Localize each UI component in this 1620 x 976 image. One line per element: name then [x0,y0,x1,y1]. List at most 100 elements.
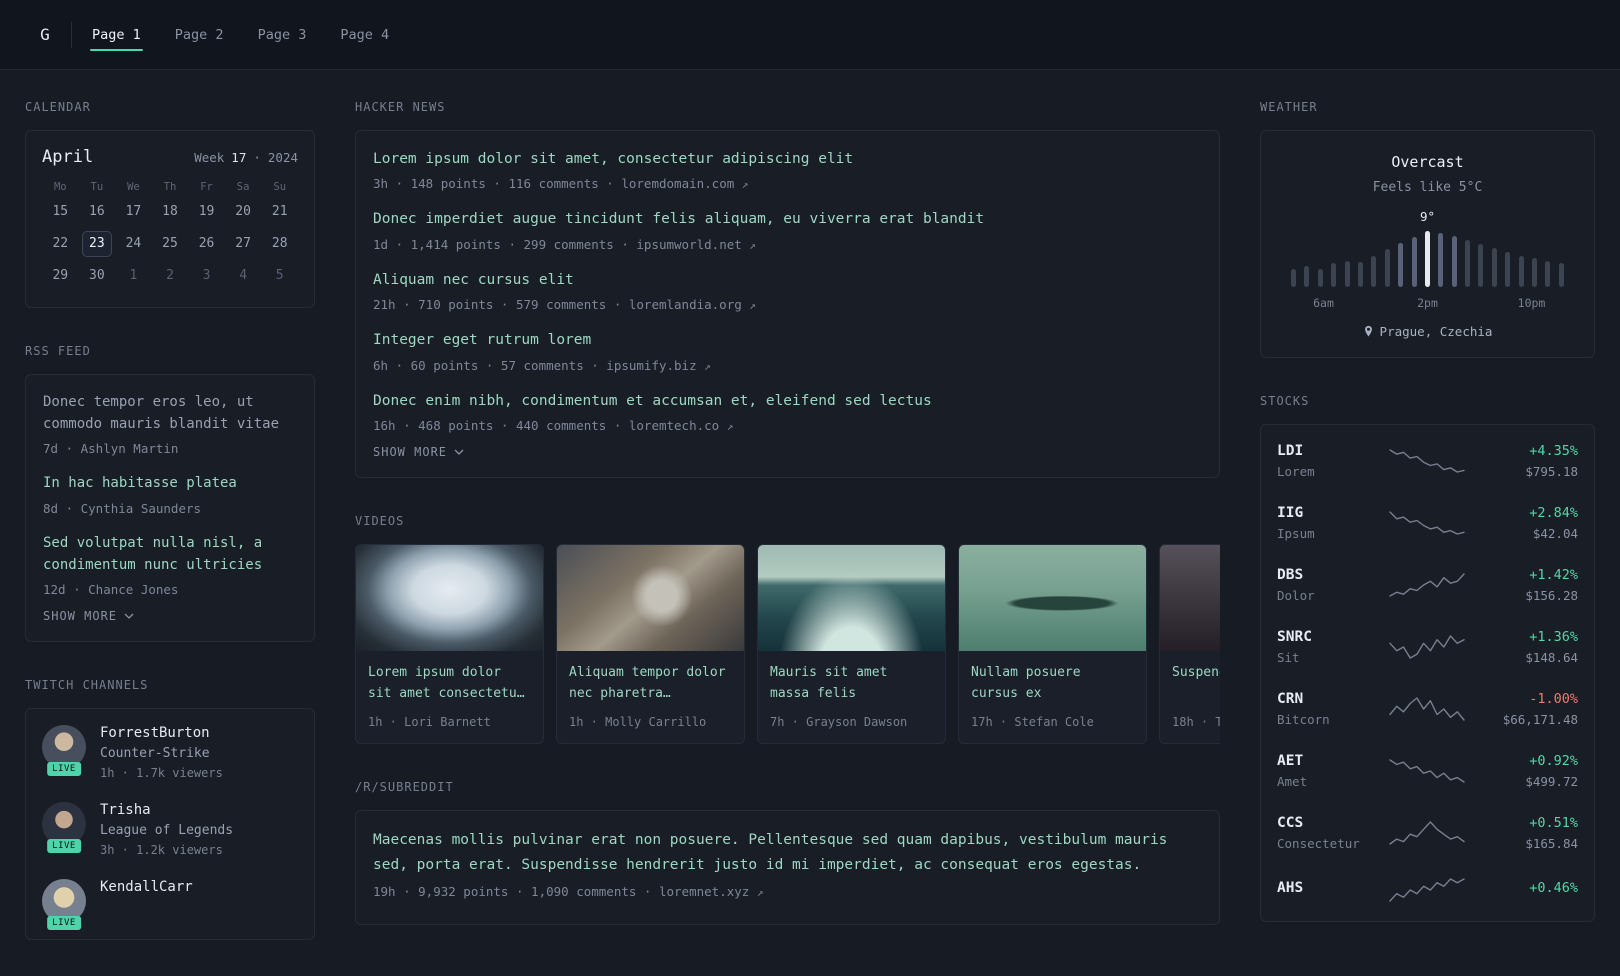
stock-symbol[interactable]: AHS [1277,880,1375,896]
hn-item-title[interactable]: Donec enim nibh, condimentum et accumsan… [373,390,1202,412]
external-link-icon: ↗ [749,299,756,313]
hn-item-domain[interactable]: loremdomain.com ↗ [621,176,748,191]
calendar-day: 19 [198,204,215,219]
channel-name[interactable]: ForrestBurton [100,725,223,741]
video-title[interactable]: Aliquam tempor dolor nec pharetra… [569,663,732,705]
video-thumbnail[interactable] [356,545,543,652]
subreddit-item-domain[interactable]: loremnet.xyz ↗ [659,884,763,899]
twitch-channel[interactable]: LIVE ForrestBurton Counter-Strike 1h · 1… [42,725,298,780]
hn-item-domain[interactable]: ipsumify.biz ↗ [606,358,710,373]
page-tab[interactable]: Page 2 [173,17,226,53]
middle-column: HACKER NEWS Lorem ipsum dolor sit amet, … [355,86,1220,961]
stock-row[interactable]: IIG Ipsum +2.84% $42.04 [1277,492,1578,554]
calendar-day: 22 [52,236,69,251]
video-title[interactable]: Nullam posuere cursus ex [971,663,1134,705]
stock-symbol[interactable]: LDI [1277,443,1375,459]
stock-price: $499.72 [1525,774,1578,789]
rss-item-title[interactable]: Sed volutpat nulla nisl, a condimentum n… [43,533,297,576]
channel-viewers: 1h · 1.7k viewers [100,766,223,781]
stock-values: +1.42% $156.28 [1478,567,1578,603]
stock-price: $42.04 [1532,526,1578,541]
video-meta: 17h · Stefan Cole [971,715,1094,730]
rss-item: Sed volutpat nulla nisl, a condimentum n… [43,533,297,597]
stock-sparkline [1383,634,1470,660]
stock-symbol[interactable]: AET [1277,753,1375,769]
channel-name[interactable]: Trisha [100,802,233,818]
video-title[interactable]: Suspendisse diam [1172,663,1220,705]
twitch-channel[interactable]: LIVE KendallCarr [42,879,298,931]
video-card[interactable]: Lorem ipsum dolor sit amet consectetu… 1… [355,544,544,745]
sparkline-chart [1388,635,1465,659]
page-tab-label: Page 3 [257,26,307,43]
rss-card: Donec tempor eros leo, ut commodo mauris… [25,374,315,643]
page-tab[interactable]: Page 4 [338,17,391,53]
hn-item-title[interactable]: Integer eget rutrum lorem [373,329,1202,351]
stock-row[interactable]: CRN Bitcorn -1.00% $66,171.48 [1277,678,1578,740]
stock-row[interactable]: DBS Dolor +1.42% $156.28 [1277,554,1578,616]
rss-show-more-label: SHOW MORE [43,609,118,624]
stock-symbol[interactable]: IIG [1277,505,1375,521]
page-tab[interactable]: Page 1 [90,17,143,53]
stock-symbol[interactable]: SNRC [1277,629,1375,645]
live-badge: LIVE [47,916,81,931]
sparkline-chart [1388,511,1465,535]
stock-row[interactable]: CCS Consectetur +0.51% $165.84 [1277,802,1578,864]
rss-item-title[interactable]: In hac habitasse platea [43,473,297,495]
twitch-channel[interactable]: LIVE Trisha League of Legends 3h · 1.2k … [42,802,298,857]
video-title[interactable]: Lorem ipsum dolor sit amet consectetu… [368,663,531,705]
calendar-day: 1 [129,268,138,283]
video-card[interactable]: Nullam posuere cursus ex 17h · Stefan Co… [958,544,1147,745]
calendar-day: 15 [52,204,69,219]
video-card[interactable]: Suspendisse diam 18h · Tara [1159,544,1220,745]
channel-name[interactable]: KendallCarr [100,879,193,895]
weather-bar [1331,263,1337,287]
video-card[interactable]: Mauris sit amet massa felis 7h · Grayson… [757,544,946,745]
avatar-wrap: LIVE [42,725,86,777]
hn-item-title[interactable]: Donec imperdiet augue tincidunt felis al… [373,208,1202,230]
stock-symbol[interactable]: DBS [1277,567,1375,583]
video-card[interactable]: Aliquam tempor dolor nec pharetra… 1h · … [556,544,745,745]
subreddit-item-title[interactable]: Maecenas mollis pulvinar erat non posuer… [373,828,1202,877]
calendar-month: April [42,147,94,167]
stock-row[interactable]: AET Amet +0.92% $499.72 [1277,740,1578,802]
hn-item-title[interactable]: Aliquam nec cursus elit [373,269,1202,291]
rss-item-meta: 12d · Chance Jones [43,582,179,598]
video-body: Suspendisse diam 18h · Tara [1160,651,1220,743]
video-title[interactable]: Mauris sit amet massa felis [770,663,933,705]
hn-domain-text: loremdomain.com [621,176,735,192]
stock-row[interactable]: AHS +0.46% [1277,864,1578,916]
topbar: G Page 1 Page 2 Page 3 Page 4 [0,0,1620,70]
hn-item-domain[interactable]: ipsumworld.net ↗ [636,237,756,252]
app-logo[interactable]: G [25,15,65,55]
video-thumbnail[interactable] [959,545,1146,652]
stock-sparkline [1383,820,1470,846]
video-thumbnail[interactable] [758,545,945,652]
stock-change: +0.92% [1529,753,1578,769]
video-meta: 1h · Lori Barnett [368,715,491,730]
calendar-day: 18 [162,204,178,219]
video-thumbnail[interactable] [1160,545,1220,652]
hn-show-more-button[interactable]: SHOW MORE [373,445,464,459]
videos-widget: VIDEOS Lorem ipsum dolor sit amet consec… [355,514,1220,745]
hn-item-title[interactable]: Lorem ipsum dolor sit amet, consectetur … [373,148,1202,170]
weather-time-label: 6am [1313,296,1334,310]
hn-item-domain[interactable]: loremlandia.org ↗ [629,297,756,312]
stock-row[interactable]: SNRC Sit +1.36% $148.64 [1277,616,1578,678]
live-badge: LIVE [47,839,81,854]
page-tab[interactable]: Page 3 [256,17,309,53]
weather-bar [1398,243,1404,287]
rss-show-more-button[interactable]: SHOW MORE [43,609,134,623]
rss-item-title[interactable]: Donec tempor eros leo, ut commodo mauris… [43,392,297,435]
stock-symbol[interactable]: CCS [1277,815,1375,831]
stock-price: $148.64 [1525,650,1578,665]
stock-row[interactable]: LDI Lorem +4.35% $795.18 [1277,430,1578,492]
stock-symbol[interactable]: CRN [1277,691,1375,707]
video-thumbnail[interactable] [557,545,744,652]
video-body: Mauris sit amet massa felis 7h · Grayson… [758,651,945,743]
hn-item-domain[interactable]: loremtech.co ↗ [629,418,733,433]
location-pin-icon [1364,325,1372,336]
calendar-header: April Week 17 · 2024 [42,147,298,167]
rss-item-meta: 8d · Cynthia Saunders [43,501,202,517]
stock-values: +4.35% $795.18 [1478,443,1578,479]
rss-list: Donec tempor eros leo, ut commodo mauris… [43,392,297,597]
